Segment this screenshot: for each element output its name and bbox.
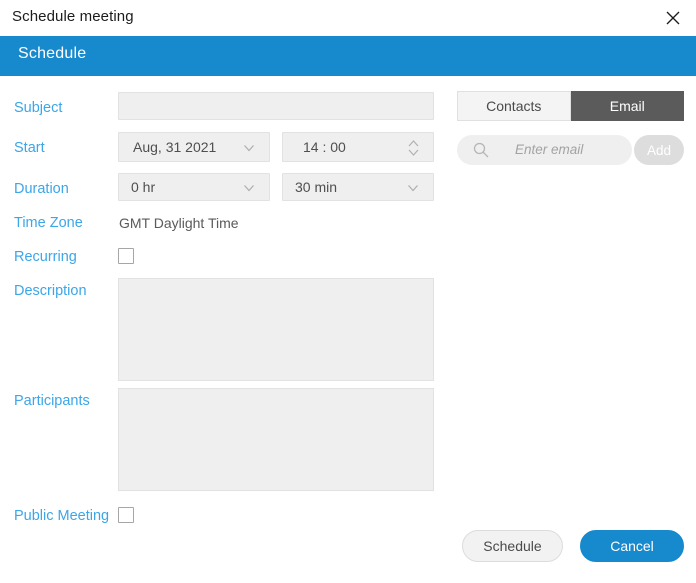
dialog-header-bar: Schedule — [0, 36, 696, 76]
duration-minutes-value: 30 min — [295, 179, 338, 195]
time-zone-value: GMT Daylight Time — [119, 215, 239, 231]
tab-email[interactable]: Email — [570, 91, 684, 121]
email-search-placeholder: Enter email — [515, 142, 584, 157]
search-icon — [473, 142, 489, 158]
tab-contacts-label: Contacts — [486, 98, 542, 114]
window-title: Schedule meeting — [12, 8, 134, 25]
schedule-button-label: Schedule — [483, 538, 542, 554]
cancel-button-label: Cancel — [610, 538, 654, 554]
start-label: Start — [14, 140, 45, 156]
schedule-meeting-dialog: Schedule meeting Schedule Subject Start … — [0, 0, 696, 583]
description-textarea[interactable] — [118, 278, 434, 381]
recurring-label: Recurring — [14, 249, 77, 265]
window-title-bar: Schedule meeting — [0, 0, 696, 36]
start-time-stepper[interactable]: 14 : 00 — [282, 132, 434, 162]
public-meeting-checkbox[interactable] — [118, 507, 134, 523]
email-search-row: Enter email Add — [457, 135, 684, 165]
chevron-down-icon — [407, 182, 421, 196]
spinner-up-down-icon[interactable] — [407, 138, 421, 160]
cancel-button[interactable]: Cancel — [580, 530, 684, 562]
public-meeting-label: Public Meeting — [14, 508, 110, 524]
invite-tabs: Contacts Email — [457, 91, 684, 121]
start-time-value: 14 : 00 — [303, 139, 346, 155]
chevron-down-icon — [243, 182, 257, 196]
subject-label: Subject — [14, 100, 63, 116]
tab-email-label: Email — [609, 98, 645, 114]
dialog-header-title: Schedule — [18, 45, 87, 62]
start-date-dropdown[interactable]: Aug, 31 2021 — [118, 132, 270, 162]
recurring-checkbox[interactable] — [118, 248, 134, 264]
add-email-button[interactable]: Add — [634, 135, 684, 165]
tab-contacts[interactable]: Contacts — [457, 91, 571, 121]
time-zone-label: Time Zone — [14, 215, 83, 231]
duration-minutes-dropdown[interactable]: 30 min — [282, 173, 434, 201]
duration-hours-dropdown[interactable]: 0 hr — [118, 173, 270, 201]
duration-label: Duration — [14, 181, 69, 197]
subject-input[interactable] — [118, 92, 434, 120]
start-date-value: Aug, 31 2021 — [133, 139, 217, 155]
participants-textarea[interactable] — [118, 388, 434, 491]
close-icon[interactable] — [658, 4, 688, 32]
description-label: Description — [14, 283, 87, 299]
add-email-button-label: Add — [646, 142, 672, 158]
duration-hours-value: 0 hr — [131, 179, 156, 195]
chevron-down-icon — [243, 142, 257, 156]
participants-label: Participants — [14, 393, 90, 409]
schedule-button[interactable]: Schedule — [462, 530, 563, 562]
